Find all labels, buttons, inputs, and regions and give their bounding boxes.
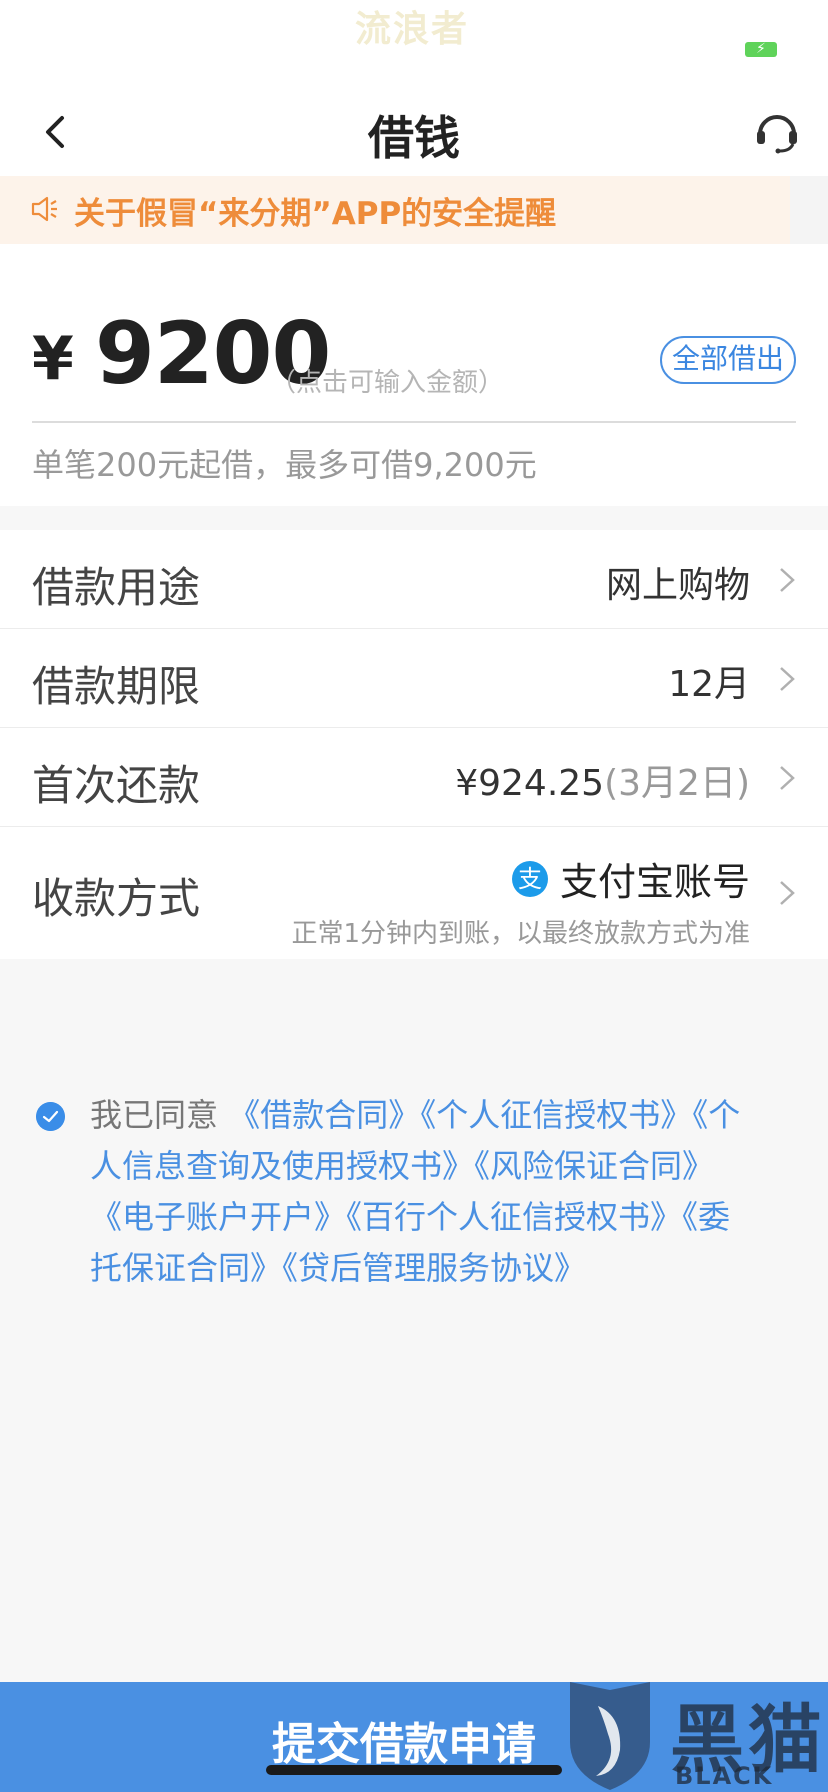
receiving-method-note: 正常1分钟内到账，以最终放款方式为准 [291,919,750,949]
borrow-all-button[interactable]: 全部借出 [660,336,796,384]
notice-tail [790,176,828,244]
chevron-right-icon [780,766,795,790]
agreement-checkbox-icon[interactable] [36,1102,65,1131]
status-bar: 流浪者 ⚡ [0,0,828,88]
limit-note: 单笔200元起借，最多可借9,200元 [32,446,537,484]
option-label: 借款用途 [32,563,201,612]
option-receiving-method[interactable]: 收款方式 支 支付宝账号 正常1分钟内到账，以最终放款方式为准 [0,827,828,959]
amount-hint: （点击可输入金额） [270,368,505,398]
agreement-text: 我已同意 《借款合同》《个人征信授权书》《个人信息查询及使用授权书》《风险保证合… [90,1090,760,1294]
battery-icon: ⚡ [745,41,777,57]
amount-divider [32,421,796,423]
page-title: 借钱 [368,111,460,165]
loan-options-list: 借款用途 网上购物 借款期限 12月 首次还款 ¥924.25(3月2日) 收款… [0,530,828,959]
option-value: ¥924.25(3月2日) [455,754,750,806]
option-label: 收款方式 [32,874,201,923]
repayment-date: (3月2日) [604,763,750,804]
safety-notice-banner[interactable]: 关于假冒“来分期”APP的安全提醒 [0,176,790,244]
chevron-right-icon [780,667,795,691]
watermark-subtitle: BLACK CAT [675,1762,774,1792]
chevron-right-icon [780,568,795,592]
option-loan-purpose[interactable]: 借款用途 网上购物 [0,530,828,629]
submit-label: 提交借款申请 [272,1719,536,1770]
status-watermark: 流浪者 [355,9,470,50]
alipay-account: 支 支付宝账号 [511,851,750,906]
home-indicator[interactable] [266,1765,562,1775]
notice-text: 关于假冒“来分期”APP的安全提醒 [74,196,557,232]
option-value: 网上购物 [605,565,750,606]
chevron-right-icon [780,881,795,905]
nav-bar: 借钱 [0,88,828,176]
option-first-repayment[interactable]: 首次还款 ¥924.25(3月2日) [0,728,828,827]
agreement-prefix: 我已同意 [90,1096,219,1134]
alipay-icon: 支 [511,860,548,897]
amount-card: ¥ 9200 （点击可输入金额） 全部借出 单笔200元起借，最多可借9,200… [0,244,828,506]
currency-symbol: ¥ [32,324,74,394]
option-label: 首次还款 [32,761,201,810]
speaker-icon [31,196,57,222]
customer-service-headset-icon[interactable] [754,108,800,154]
option-loan-term[interactable]: 借款期限 12月 [0,629,828,728]
repayment-amount: ¥924.25 [455,763,605,804]
option-label: 借款期限 [32,662,201,711]
black-cat-watermark: 黑猫 BLACK CAT [560,1676,828,1792]
option-value: 12月 [668,664,750,705]
cat-shield-icon [570,1682,650,1790]
receiving-method-value: 支付宝账号 [559,860,750,904]
